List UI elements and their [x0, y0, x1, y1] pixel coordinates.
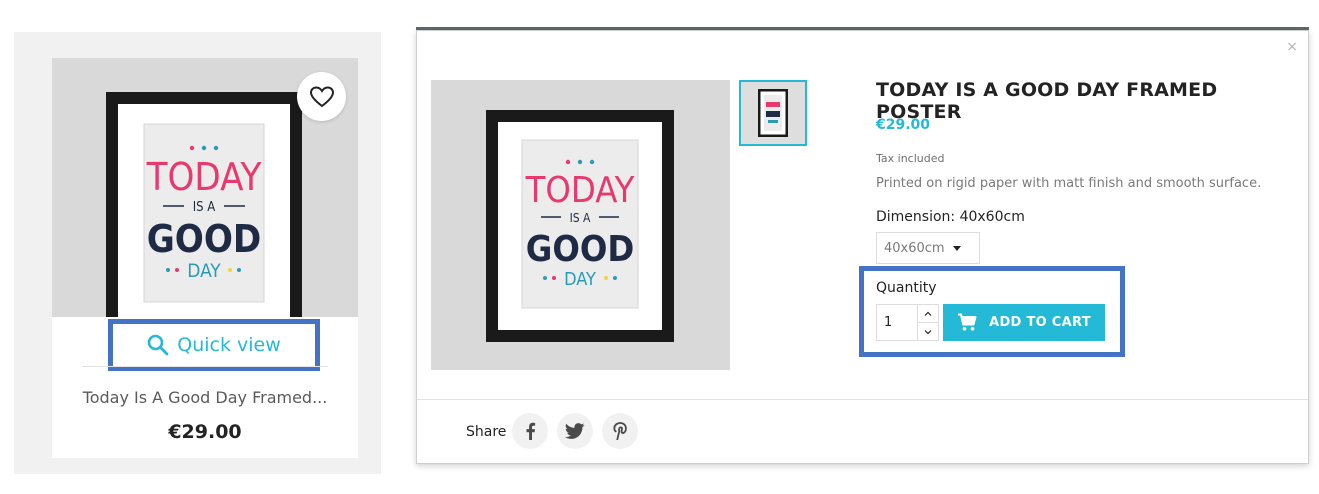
product-price: €29.00	[876, 117, 931, 133]
poster-thumbnail	[741, 82, 805, 144]
share-twitter-button[interactable]	[557, 413, 593, 449]
product-title: TODAY IS A GOOD DAY FRAMED POSTER	[876, 79, 1218, 123]
dimension-selected-value: 40x60cm	[884, 240, 945, 256]
chevron-down-icon	[924, 329, 932, 334]
modal-footer: Share	[417, 399, 1308, 463]
product-price: €29.00	[168, 421, 242, 443]
close-icon[interactable]: ×	[1286, 39, 1298, 55]
product-thumbnail[interactable]: TODAY IS A GOOD DAY	[52, 58, 358, 317]
quantity-decrease-button[interactable]	[918, 323, 938, 341]
product-title-link[interactable]: Today Is A Good Day Framed...	[52, 388, 358, 407]
share-pinterest-button[interactable]	[602, 413, 638, 449]
twitter-icon	[565, 423, 585, 439]
quick-view-button[interactable]: Quick view	[108, 319, 320, 371]
poster-line-is-a: IS A	[193, 200, 216, 215]
shopping-cart-icon	[958, 313, 977, 331]
search-icon	[147, 334, 169, 356]
poster-line-day: DAY	[187, 260, 221, 282]
main-poster-line-good: GOOD	[526, 229, 635, 270]
main-poster-line-day: DAY	[564, 269, 596, 290]
add-to-cart-button[interactable]: ADD TO CART	[943, 304, 1105, 341]
product-thumbnail-selected[interactable]	[739, 80, 807, 146]
tax-note: Tax included	[876, 152, 945, 165]
poster-main-image: TODAY IS A GOOD DAY	[431, 80, 730, 370]
card-divider	[82, 366, 328, 367]
add-to-cart-section: Quantity 1 ADD TO CART	[859, 266, 1125, 357]
poster-line-today: TODAY	[146, 155, 262, 199]
product-card[interactable]: TODAY IS A GOOD DAY Quick view Today Is …	[52, 58, 358, 458]
add-to-cart-label: ADD TO CART	[989, 315, 1091, 330]
dimension-select[interactable]: 40x60cm	[876, 232, 980, 264]
product-description: Printed on rigid paper with matt finish …	[876, 176, 1262, 191]
quick-view-label: Quick view	[177, 334, 281, 356]
product-main-image: TODAY IS A GOOD DAY	[431, 80, 730, 370]
main-poster-line-today: TODAY	[525, 170, 635, 211]
quantity-label: Quantity	[876, 280, 937, 296]
quantity-input[interactable]: 1	[876, 304, 918, 341]
caret-down-icon	[952, 245, 961, 251]
quantity-increase-button[interactable]	[918, 305, 938, 323]
heart-icon	[309, 85, 334, 107]
quick-view-modal: × TODAY IS A GOOD DAY TODAY IS A GOOD DA…	[416, 30, 1309, 464]
quantity-stepper	[917, 304, 939, 341]
pinterest-icon	[613, 422, 627, 440]
dimension-label: Dimension: 40x60cm	[876, 209, 1025, 225]
share-label: Share	[466, 424, 507, 440]
poster-line-good: GOOD	[147, 217, 262, 261]
facebook-icon	[526, 422, 536, 440]
chevron-up-icon	[924, 311, 932, 316]
wishlist-button[interactable]	[297, 72, 346, 121]
main-poster-line-is-a: IS A	[570, 211, 591, 225]
share-facebook-button[interactable]	[512, 413, 548, 449]
